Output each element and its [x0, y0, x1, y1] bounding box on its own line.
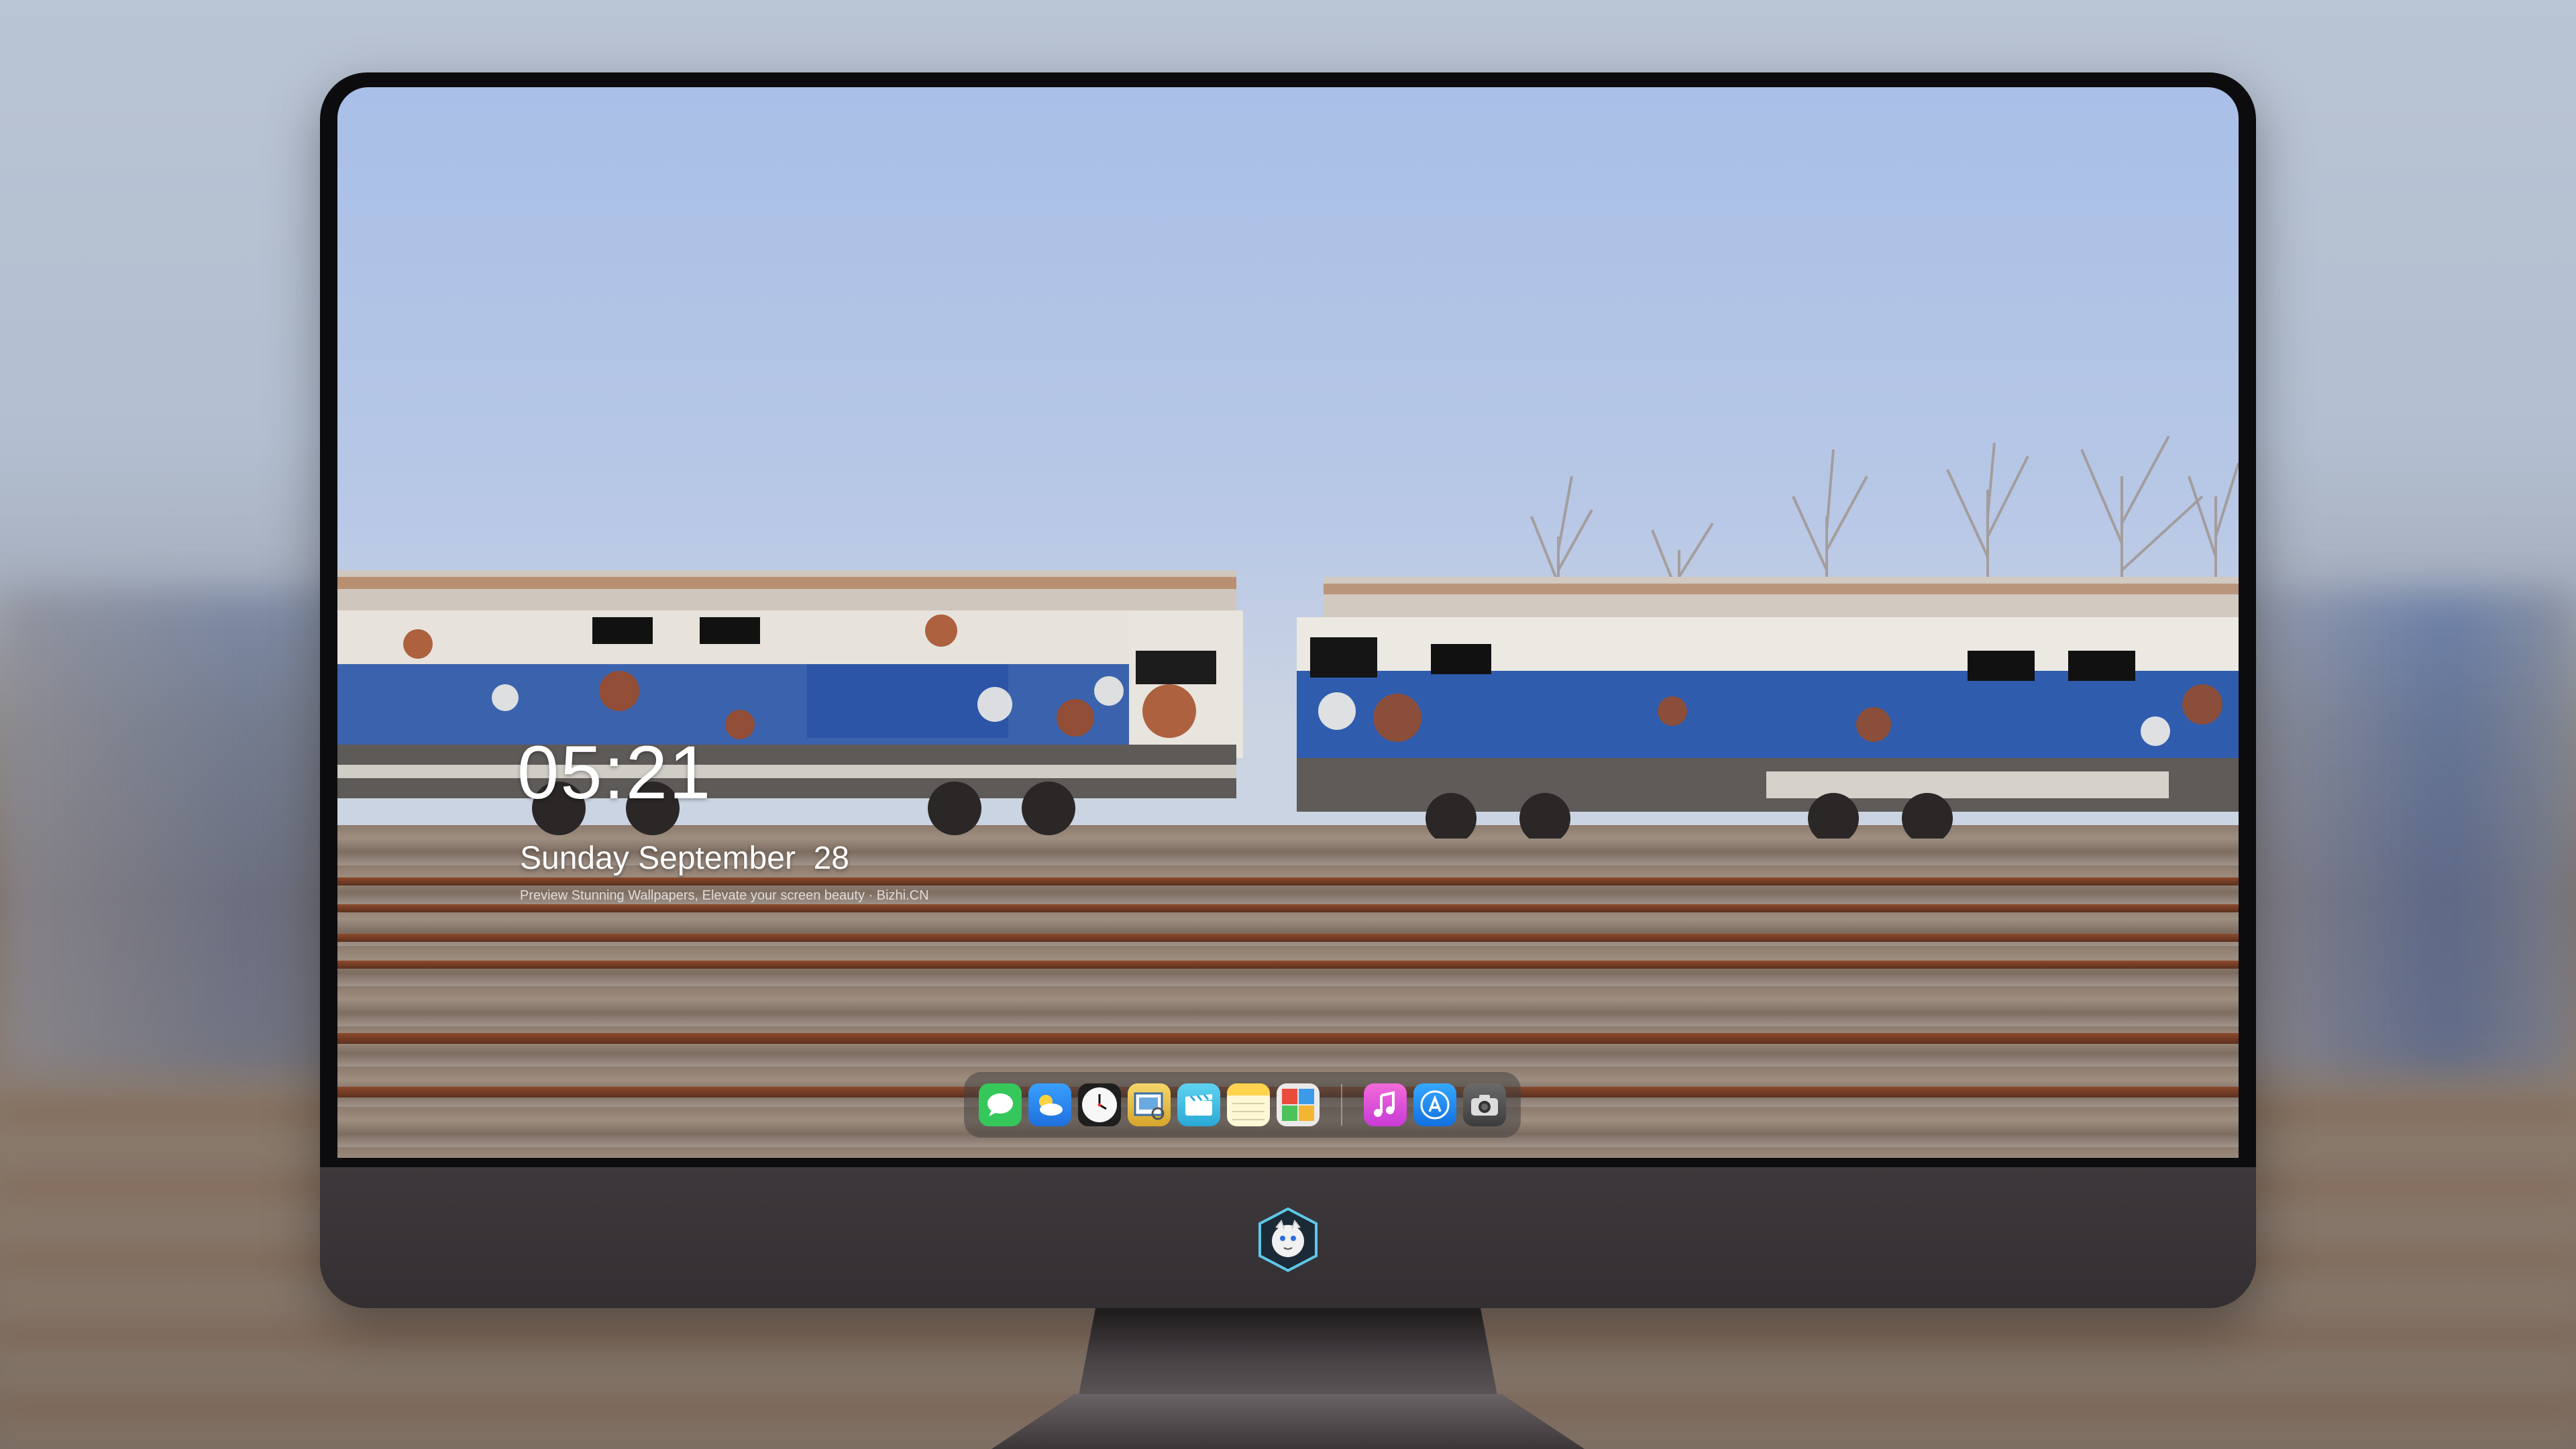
- weather-icon[interactable]: [1028, 1083, 1071, 1126]
- right-locomotive: [1297, 577, 2239, 839]
- camera-icon[interactable]: [1463, 1083, 1506, 1126]
- rail: [337, 1033, 2239, 1044]
- left-locomotive: [337, 570, 1243, 835]
- monitor: 05:21 Sunday September 28 Preview Stunni…: [320, 72, 2256, 1308]
- clips-icon[interactable]: [1177, 1083, 1220, 1126]
- monitor-stand-base: [991, 1394, 1585, 1449]
- preview-icon[interactable]: [1128, 1083, 1171, 1126]
- rail: [337, 934, 2239, 942]
- messages-icon[interactable]: [979, 1083, 1022, 1126]
- wallpaper-tagline: Preview Stunning Wallpapers, Elevate you…: [520, 888, 929, 903]
- dock-separator: [1341, 1084, 1342, 1126]
- dock: [964, 1072, 1521, 1138]
- lock-screen-time: 05:21: [517, 731, 712, 814]
- rail: [337, 961, 2239, 969]
- lock-screen-date: Sunday September 28: [520, 841, 849, 876]
- itunes-icon[interactable]: [1364, 1083, 1407, 1126]
- monitor-stand-neck: [1079, 1308, 1497, 1395]
- screen: 05:21 Sunday September 28 Preview Stunni…: [337, 87, 2239, 1158]
- notes-icon[interactable]: [1227, 1083, 1270, 1126]
- photo-booth-icon[interactable]: [1277, 1083, 1320, 1126]
- rail: [337, 877, 2239, 885]
- clock-icon[interactable]: [1078, 1083, 1121, 1126]
- rail: [337, 904, 2239, 912]
- app-store-icon[interactable]: [1413, 1083, 1456, 1126]
- mascot-logo: [1258, 1207, 1318, 1273]
- monitor-chin: [320, 1167, 2256, 1308]
